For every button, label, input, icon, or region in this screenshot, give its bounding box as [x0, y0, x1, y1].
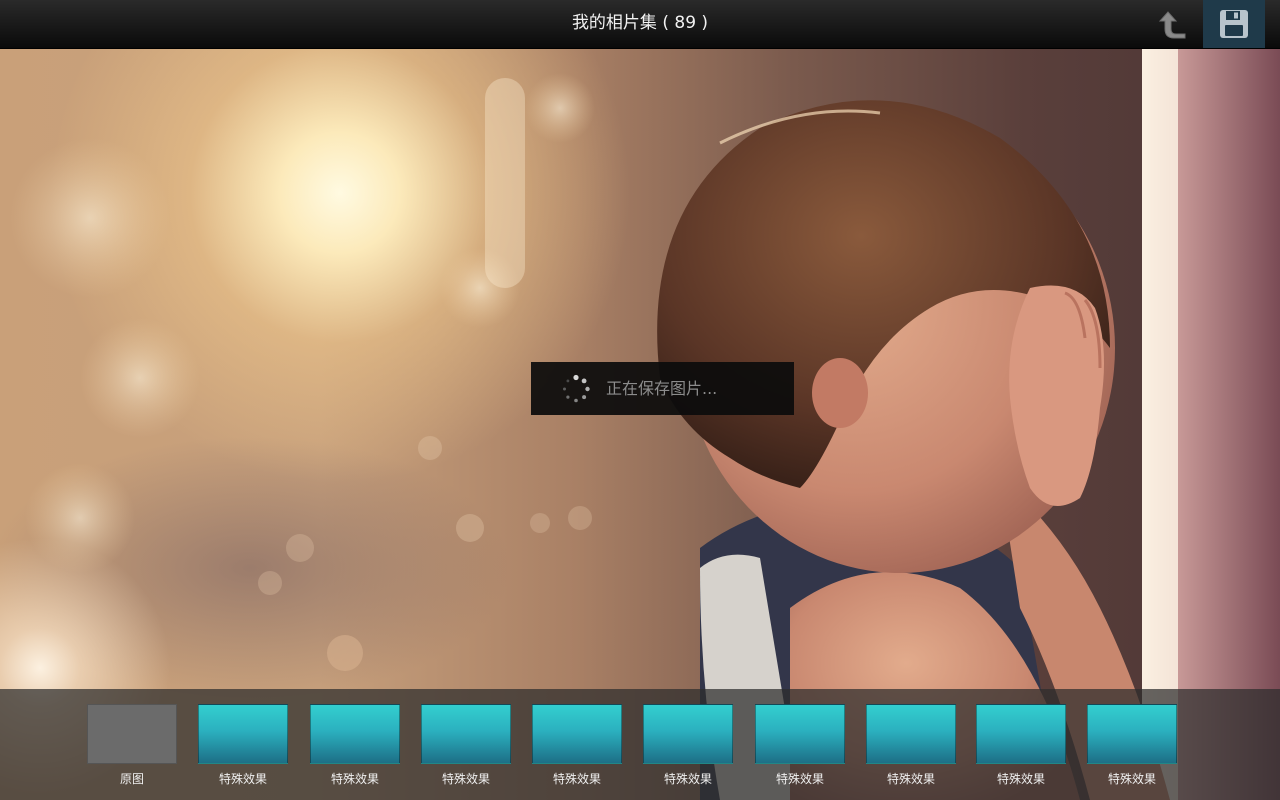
filter-label: 特殊效果	[552, 772, 601, 786]
filter-thumb-effect[interactable]: 特殊效果	[755, 704, 845, 787]
filter-thumb-effect[interactable]: 特殊效果	[976, 704, 1066, 787]
filter-label: 特殊效果	[663, 772, 712, 786]
filter-preview	[310, 704, 400, 764]
filter-thumb-effect[interactable]: 特殊效果	[643, 704, 733, 787]
filter-preview	[87, 704, 177, 764]
filter-preview	[532, 704, 622, 764]
loading-spinner-icon	[563, 374, 590, 403]
filter-strip: 原图 特殊效果 特殊效果 特殊效果 特殊效果 特殊效果 特殊效果 特殊效果 特殊…	[0, 689, 1280, 800]
filter-thumb-effect[interactable]: 特殊效果	[198, 704, 288, 787]
save-button[interactable]	[1203, 0, 1265, 48]
page-title: 我的相片集 ( 89 )	[571, 13, 709, 33]
filter-thumb-original[interactable]: 原图	[87, 704, 177, 787]
filter-preview	[755, 704, 845, 764]
back-button[interactable]	[1140, 0, 1202, 48]
filter-label: 原图	[119, 772, 144, 786]
filter-thumb-effect[interactable]: 特殊效果	[1087, 704, 1177, 787]
filter-label: 特殊效果	[330, 772, 379, 786]
filter-label: 特殊效果	[218, 772, 267, 786]
filter-thumb-effect[interactable]: 特殊效果	[532, 704, 622, 787]
filter-label: 特殊效果	[441, 772, 490, 786]
filter-thumb-effect[interactable]: 特殊效果	[421, 704, 511, 787]
filter-label: 特殊效果	[996, 772, 1045, 786]
floppy-disk-icon	[1220, 10, 1248, 38]
filter-preview	[421, 704, 511, 764]
filter-preview	[976, 704, 1066, 764]
toast-message: 正在保存图片...	[606, 379, 718, 398]
filter-label: 特殊效果	[775, 772, 824, 786]
back-arrow-icon	[1158, 11, 1186, 39]
filter-preview	[1087, 704, 1177, 764]
photo-editor-app: 我的相片集 ( 89 ) 正在保存图片... 原图 特殊效果 特殊效果 特殊效果…	[0, 0, 1280, 800]
filter-preview	[643, 704, 733, 764]
filter-thumb-effect[interactable]: 特殊效果	[310, 704, 400, 787]
filter-thumb-effect[interactable]: 特殊效果	[866, 704, 956, 787]
top-bar: 我的相片集 ( 89 )	[0, 0, 1280, 49]
filter-label: 特殊效果	[1107, 772, 1156, 786]
photo-image	[10, 48, 1280, 800]
saving-toast: 正在保存图片...	[531, 362, 794, 415]
filter-label: 特殊效果	[886, 772, 935, 786]
photo-preview	[0, 48, 1280, 800]
filter-preview	[866, 704, 956, 764]
filter-preview	[198, 704, 288, 764]
